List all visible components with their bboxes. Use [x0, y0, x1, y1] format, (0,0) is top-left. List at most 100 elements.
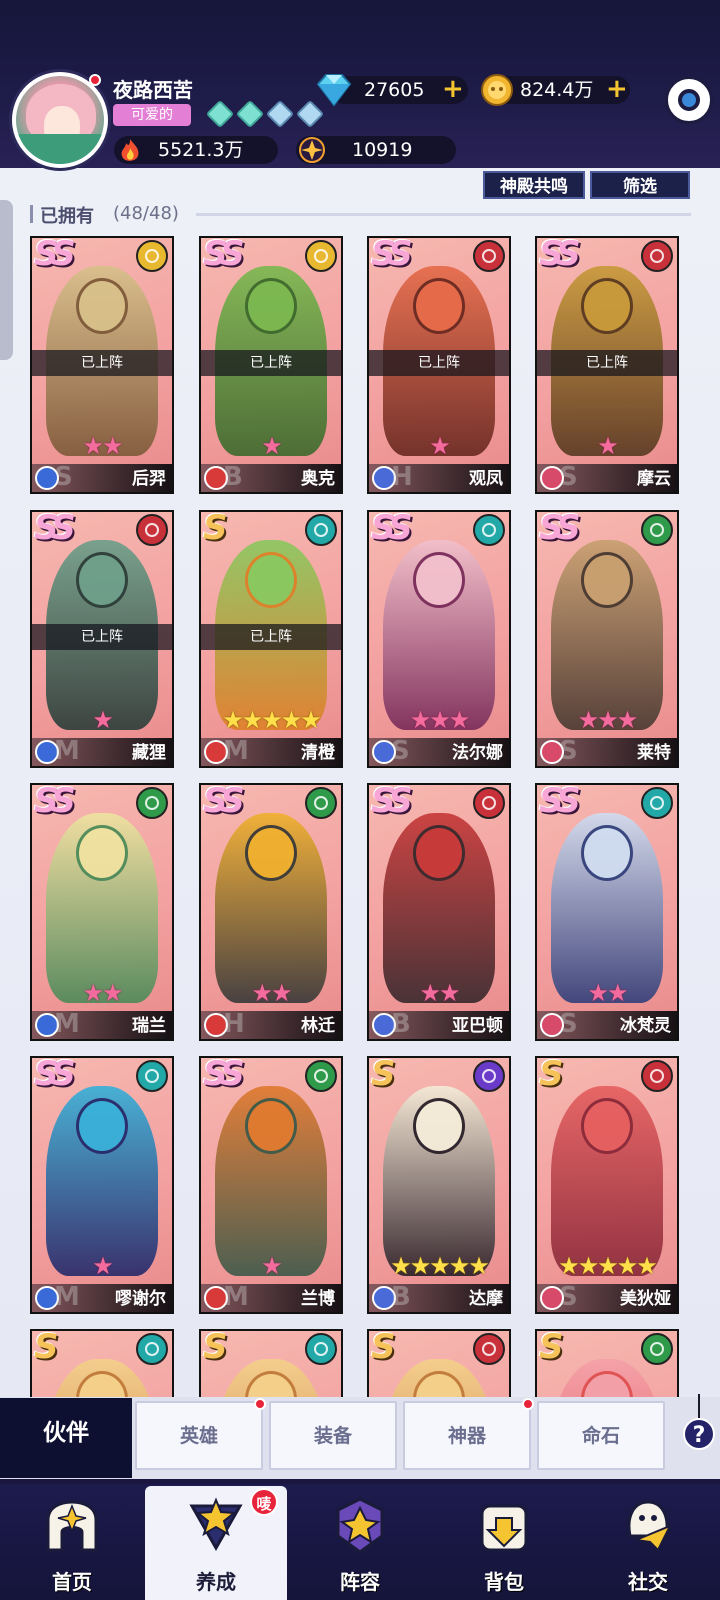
- star-rating: ★★★★★: [390, 1252, 490, 1280]
- hero-card[interactable]: S: [30, 1329, 174, 1399]
- add-diamonds-button[interactable]: +: [442, 76, 464, 102]
- hero-head: [76, 278, 128, 334]
- hero-rank: S: [203, 510, 227, 548]
- faction-icon: [136, 1060, 168, 1092]
- nav-train-badge: 唛: [250, 1488, 278, 1516]
- hero-rank: S: [539, 1056, 563, 1094]
- flame-icon: [121, 139, 139, 161]
- diamond-value: 27605: [364, 79, 425, 101]
- tab-partners[interactable]: 伙伴: [0, 1398, 132, 1478]
- nav-bag-label: 背包: [484, 1570, 524, 1594]
- tab-heroes-notification-dot: [254, 1398, 266, 1410]
- hero-name: 亚巴顿: [452, 1016, 503, 1036]
- star-rating: ★★★★★: [558, 1252, 658, 1280]
- hero-card[interactable]: SS ★★ S 冰梵灵: [535, 783, 679, 1041]
- hero-card[interactable]: SS 已上阵 ★★ S 后羿: [30, 236, 174, 494]
- class-letter: S: [559, 1282, 578, 1312]
- side-drawer-handle[interactable]: [0, 200, 13, 360]
- faction-icon: [305, 1333, 337, 1365]
- hero-card[interactable]: SS ★ M 兰博: [199, 1056, 343, 1314]
- star-triangle-train-icon: [189, 1497, 243, 1552]
- hero-name: 奥克: [301, 469, 335, 489]
- class-letter: H: [391, 462, 413, 492]
- hero-card[interactable]: S ★★★★★ S 美狄娅: [535, 1056, 679, 1314]
- class-letter: S: [559, 736, 578, 766]
- star-shard-icon: [299, 137, 325, 163]
- class-letter: S: [54, 462, 73, 492]
- hero-card[interactable]: S 已上阵 ★★★★★ M 清橙: [199, 510, 343, 768]
- hero-name-bar: S 美狄娅: [537, 1282, 677, 1312]
- hero-card[interactable]: SS 已上阵 ★ B 奥克: [199, 236, 343, 494]
- hero-card[interactable]: SS 已上阵 ★ S 摩云: [535, 236, 679, 494]
- hero-card[interactable]: SS ★★ M 瑞兰: [30, 783, 174, 1041]
- player-title-badge[interactable]: 可爱的: [113, 104, 191, 126]
- hero-card[interactable]: SS 已上阵 ★ M 藏狸: [30, 510, 174, 768]
- hero-card[interactable]: S ★★★★★ B 达摩: [367, 1056, 511, 1314]
- hero-card[interactable]: SS ★★★ S 莱特: [535, 510, 679, 768]
- tab-fate-stones[interactable]: 命石: [537, 1401, 665, 1470]
- hero-name: 嘐谢尔: [115, 1289, 166, 1309]
- hero-name-bar: M 藏狸: [32, 736, 172, 766]
- star-rating: ★★: [419, 979, 460, 1007]
- class-letter: M: [223, 736, 249, 766]
- hero-name: 林迁: [301, 1016, 335, 1036]
- hero-name-bar: M 瑞兰: [32, 1009, 172, 1039]
- hero-name: 冰梵灵: [620, 1016, 671, 1036]
- tab-artifacts[interactable]: 神器: [403, 1401, 531, 1470]
- hero-name: 藏狸: [132, 743, 166, 763]
- hero-rank: SS: [539, 236, 581, 274]
- hero-head: [581, 552, 633, 608]
- hero-rank: SS: [34, 1056, 76, 1094]
- ghost-social-icon: [627, 1500, 673, 1552]
- nav-social[interactable]: 社交: [576, 1484, 720, 1600]
- hero-rank: SS: [203, 1056, 245, 1094]
- class-letter: S: [391, 736, 410, 766]
- hero-card[interactable]: SS 已上阵 ★ H 观凤: [367, 236, 511, 494]
- faction-icon: [136, 240, 168, 272]
- help-cord: [698, 1394, 700, 1418]
- hero-name-bar: M 嘐谢尔: [32, 1282, 172, 1312]
- hero-name-bar: S 后羿: [32, 462, 172, 492]
- faction-icon: [473, 514, 505, 546]
- star-rating: ★★: [82, 432, 123, 460]
- hero-card[interactable]: SS ★★ H 林迁: [199, 783, 343, 1041]
- player-avatar[interactable]: [12, 72, 108, 168]
- hero-card[interactable]: S: [535, 1329, 679, 1399]
- deployed-label: 已上阵: [32, 624, 172, 650]
- hero-name: 法尔娜: [452, 743, 503, 763]
- filter-button[interactable]: 筛选: [590, 171, 690, 199]
- hero-name-bar: H 林迁: [201, 1009, 341, 1039]
- gold-coin-icon: [481, 74, 513, 106]
- hero-name-bar: B 亚巴顿: [369, 1009, 509, 1039]
- hero-name-bar: S 法尔娜: [369, 736, 509, 766]
- hero-card[interactable]: SS ★★ B 亚巴顿: [367, 783, 511, 1041]
- hero-rank: SS: [203, 236, 245, 274]
- help-button[interactable]: ?: [683, 1418, 715, 1450]
- add-gold-button[interactable]: +: [606, 76, 628, 102]
- star-rating: ★: [92, 706, 114, 734]
- settings-gear-icon[interactable]: [665, 76, 713, 124]
- class-letter: S: [559, 1009, 578, 1039]
- hero-head: [245, 1098, 297, 1154]
- nav-lineup[interactable]: 阵容: [288, 1484, 432, 1600]
- hero-card[interactable]: SS ★ M 嘐谢尔: [30, 1056, 174, 1314]
- section-count: (48/48): [113, 203, 179, 224]
- nav-home[interactable]: 首页: [0, 1484, 144, 1600]
- deployed-label: 已上阵: [369, 350, 509, 376]
- tab-heroes[interactable]: 英雄: [135, 1401, 263, 1470]
- faction-icon: [641, 787, 673, 819]
- faction-icon: [305, 1060, 337, 1092]
- tab-equipment[interactable]: 装备: [269, 1401, 397, 1470]
- faction-icon: [641, 1333, 673, 1365]
- class-letter: H: [223, 1009, 245, 1039]
- hero-head: [76, 1098, 128, 1154]
- temple-resonance-button[interactable]: 神殿共鸣: [483, 171, 585, 199]
- hero-rank: S: [539, 1329, 563, 1367]
- hero-card[interactable]: S: [199, 1329, 343, 1399]
- star-rating: ★★: [587, 979, 628, 1007]
- hero-card[interactable]: SS ★★★ S 法尔娜: [367, 510, 511, 768]
- star-rating: ★★: [82, 979, 123, 1007]
- nav-bag[interactable]: 背包: [432, 1484, 576, 1600]
- hero-card[interactable]: S: [367, 1329, 511, 1399]
- hero-name: 观凤: [469, 469, 503, 489]
